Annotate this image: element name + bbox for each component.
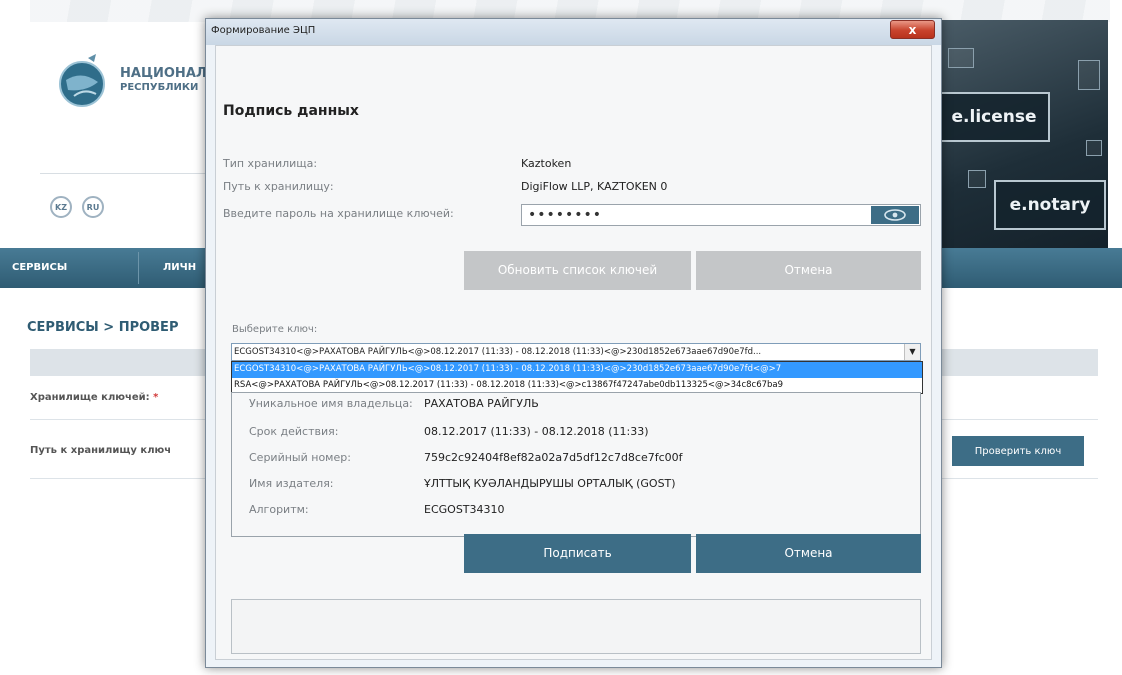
nav-item-personal[interactable]: ЛИЧН (163, 248, 196, 288)
storage-path-label: Путь к хранилищу ключ (30, 445, 172, 456)
key-dropdown-list: ECGOST34310<@>РАХАТОВА РАЙГУЛЬ<@>08.12.2… (231, 361, 923, 394)
password-field[interactable]: •••••••• (521, 204, 921, 226)
close-icon[interactable]: x (890, 20, 935, 39)
lang-kz-button[interactable]: KZ (50, 196, 72, 218)
refresh-keys-button[interactable]: Обновить список ключей (464, 251, 691, 290)
breadcrumb: СЕРВИСЫ > ПРОВЕР (27, 320, 179, 335)
owner-value: РАХАТОВА РАЙГУЛЬ (424, 397, 539, 410)
key-option[interactable]: RSA<@>РАХАТОВА РАЙГУЛЬ<@>08.12.2017 (11:… (232, 378, 922, 394)
key-option[interactable]: ECGOST34310<@>РАХАТОВА РАЙГУЛЬ<@>08.12.2… (232, 362, 922, 378)
dialog-titlebar[interactable]: Формирование ЭЦП x (206, 19, 941, 45)
services-banner: e.license e.notary (928, 20, 1108, 250)
header-divider (40, 173, 220, 174)
storage-label: Хранилище ключей: * (30, 392, 159, 403)
chevron-down-icon[interactable]: ▼ (904, 344, 920, 360)
storage-path-value: DigiFlow LLP, KAZTOKEN 0 (521, 180, 668, 193)
algorithm-value: ECGOST34310 (424, 503, 505, 516)
eye-icon (884, 209, 906, 221)
serial-label: Серийный номер: (249, 451, 351, 464)
issuer-value: ҰЛТТЫҚ КУӘЛАНДЫРУШЫ ОРТАЛЫҚ (GOST) (424, 477, 676, 490)
site-subtitle: РЕСПУБЛИКИ (120, 82, 199, 93)
issuer-label: Имя издателя: (249, 477, 334, 490)
banner-license-tile[interactable]: e.license (938, 92, 1050, 142)
owner-label: Уникальное имя владельца: (249, 397, 413, 410)
serial-value: 759c2c92404f8ef82a02a7d5df12c7d8ce7fc00f (424, 451, 683, 464)
key-info-panel: Уникальное имя владельца: РАХАТОВА РАЙГУ… (231, 392, 921, 537)
signature-dialog: Формирование ЭЦП x Подпись данных Тип хр… (205, 18, 942, 668)
site-title: НАЦИОНАЛ (120, 66, 207, 81)
password-label: Введите пароль на хранилище ключей: (223, 207, 454, 220)
algorithm-label: Алгоритм: (249, 503, 309, 516)
dialog-heading: Подпись данных (223, 103, 359, 119)
lang-ru-button[interactable]: RU (82, 196, 104, 218)
logo-globe-icon (59, 54, 105, 107)
result-output-area (231, 599, 921, 654)
key-select-value: ECGOST34310<@>РАХАТОВА РАЙГУЛЬ<@>08.12.2… (234, 347, 762, 357)
storage-type-value: Kaztoken (521, 157, 572, 170)
dialog-title: Формирование ЭЦП (211, 25, 316, 36)
nav-item-services[interactable]: СЕРВИСЫ (12, 248, 67, 288)
check-key-button[interactable]: Проверить ключ (952, 436, 1084, 466)
banner-notary-tile[interactable]: e.notary (994, 180, 1106, 230)
storage-type-label: Тип хранилища: (223, 157, 318, 170)
show-password-button[interactable] (871, 206, 919, 224)
select-key-label: Выберите ключ: (232, 324, 318, 335)
sign-button[interactable]: Подписать (464, 534, 691, 573)
validity-label: Срок действия: (249, 425, 339, 438)
storage-path-label: Путь к хранилищу: (223, 180, 334, 193)
nav-separator (138, 252, 139, 284)
key-select[interactable]: ECGOST34310<@>РАХАТОВА РАЙГУЛЬ<@>08.12.2… (231, 343, 921, 361)
validity-value: 08.12.2017 (11:33) - 08.12.2018 (11:33) (424, 425, 649, 438)
cancel-top-button[interactable]: Отмена (696, 251, 921, 290)
cancel-button[interactable]: Отмена (696, 534, 921, 573)
